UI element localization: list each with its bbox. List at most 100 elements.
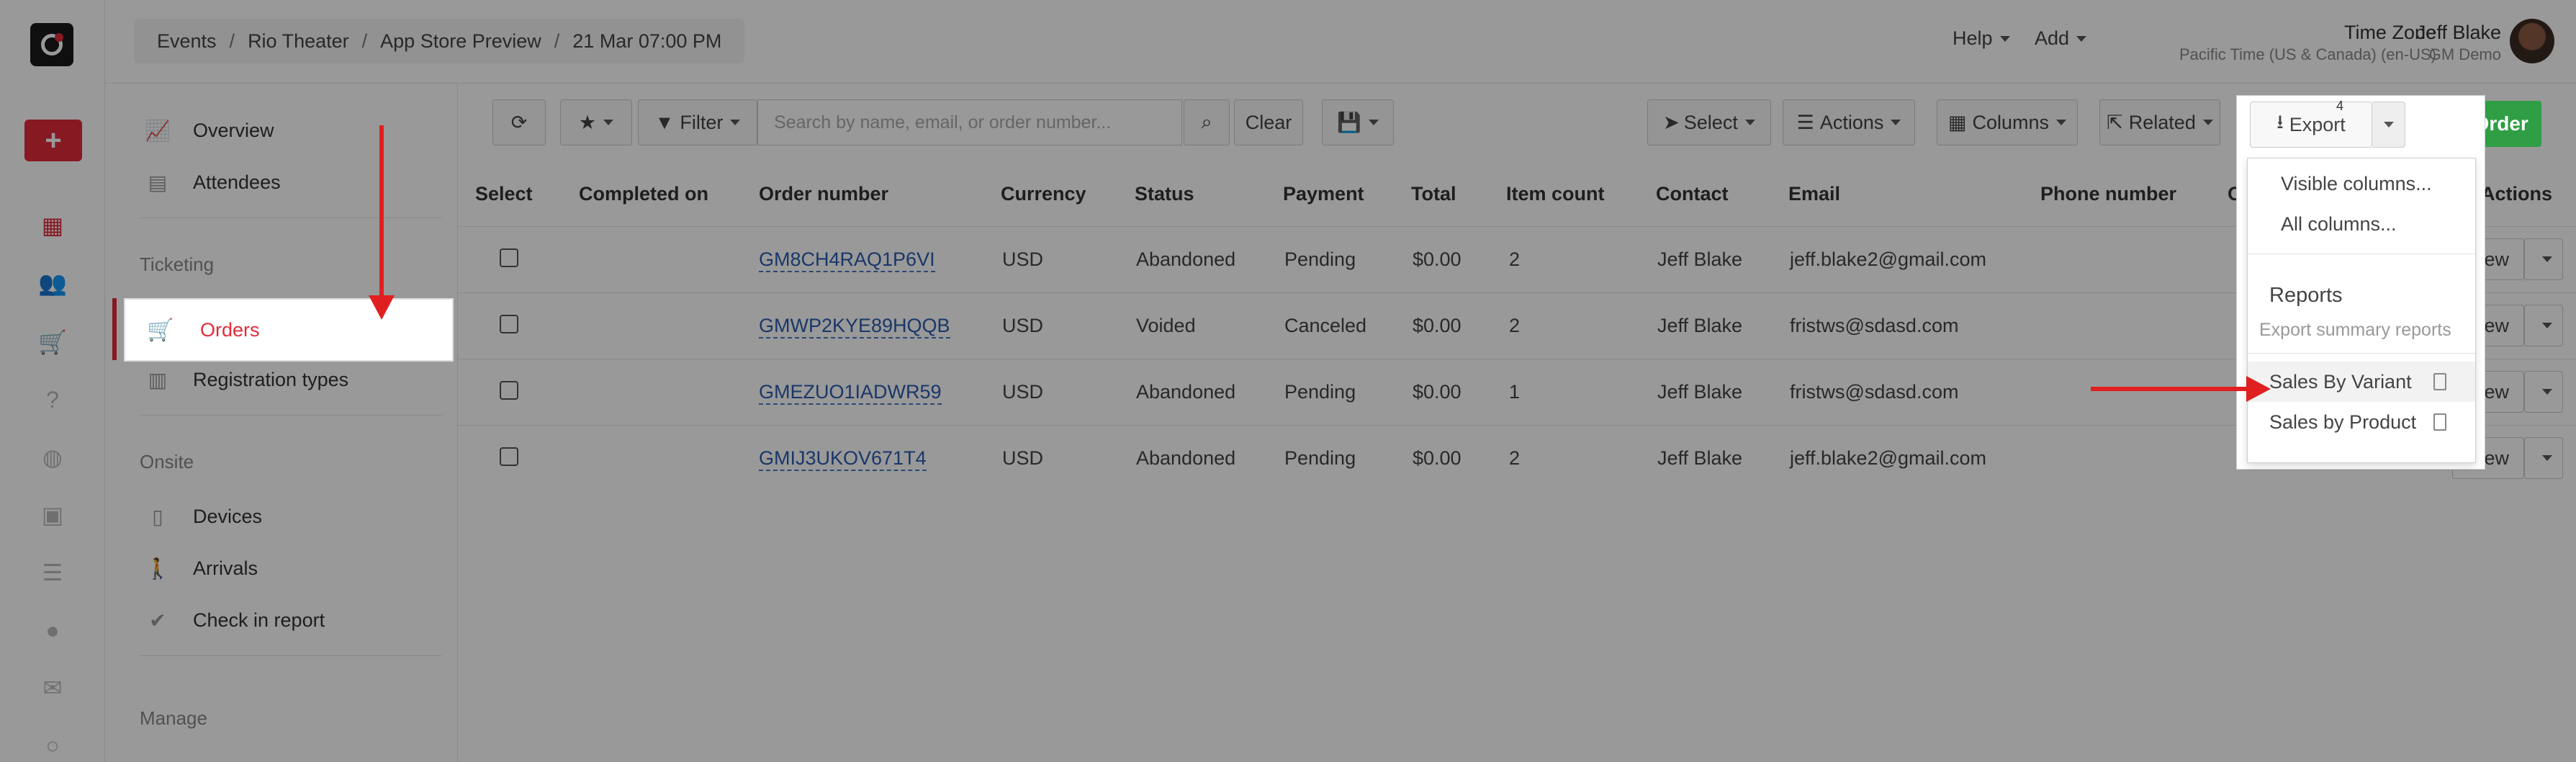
annotation-arrow-down (379, 125, 384, 298)
avatar[interactable] (2510, 19, 2554, 63)
breadcrumb: Events / Rio Theater / App Store Preview… (134, 19, 745, 63)
order-number-link[interactable]: GMIJ3UKOV671T4 (759, 447, 927, 471)
payment-cell: Pending (1284, 381, 1356, 403)
sidebar-item-check-in-report[interactable]: ✔ Check in report (145, 609, 325, 632)
actions-button[interactable]: ☰ Actions (1783, 99, 1915, 145)
filter-icon: ▼ (654, 111, 675, 133)
columns-button[interactable]: ▦ Columns (1937, 99, 2078, 145)
user-icon[interactable]: ● (36, 614, 69, 647)
row-checkbox[interactable] (500, 248, 518, 267)
chevron-down-icon (1368, 120, 1379, 125)
breadcrumb-separator: / (229, 30, 235, 52)
user-org: GM Demo (2428, 45, 2501, 63)
row-actions-toggle[interactable] (2524, 238, 2563, 280)
column-header-email[interactable]: Email (1788, 183, 1840, 205)
total-cell: $0.00 (1413, 315, 1462, 336)
user-name: Jeff Blake (2415, 22, 2501, 43)
save-view-button[interactable]: 💾 (1322, 99, 1394, 145)
sidebar-item-arrivals[interactable]: 🚶 Arrivals (145, 557, 258, 580)
status-cell: Abandoned (1136, 248, 1236, 270)
user-info[interactable]: Jeff Blake GM Demo (2416, 22, 2501, 64)
add-menu[interactable]: Add (2035, 27, 2087, 50)
menu-item-sales-by-product[interactable]: Sales by Product (2248, 402, 2475, 442)
row-checkbox[interactable] (500, 447, 518, 466)
globe-icon[interactable]: ◍ (36, 441, 69, 474)
export-dropdown-toggle[interactable] (2372, 102, 2405, 148)
list-icon[interactable]: ☰ (36, 556, 69, 589)
clear-button[interactable]: Clear (1234, 99, 1303, 145)
select-label: Select (1683, 111, 1738, 133)
sidebar-item-orders[interactable]: 🛒 Orders (124, 298, 454, 362)
item-count-cell: 2 (1509, 315, 1521, 336)
breadcrumb-event[interactable]: App Store Preview (380, 30, 541, 53)
people-icon[interactable]: 👥 (36, 266, 69, 300)
row-actions-toggle[interactable] (2524, 371, 2563, 413)
menu-item-sales-by-variant[interactable]: Sales By Variant (2248, 362, 2475, 402)
contact-cell: Jeff Blake (1657, 381, 1743, 403)
create-plus-button[interactable]: + (24, 120, 82, 161)
filter-button[interactable]: ▼ Filter (638, 99, 757, 145)
sidebar-item-label: Orders (200, 318, 260, 341)
related-button[interactable]: ⇱ Related (2099, 99, 2220, 145)
column-header-contact[interactable]: Contact (1656, 183, 1729, 205)
app-logo[interactable] (30, 23, 73, 66)
column-header-item-count[interactable]: Item count (1506, 183, 1605, 205)
search-input[interactable]: Search by name, email, or order number..… (757, 99, 1182, 145)
actions-label: Actions (1819, 111, 1884, 133)
help-circle-icon[interactable]: ? (36, 383, 69, 416)
column-header-completed-on[interactable]: Completed on (579, 183, 708, 205)
payment-cell: Canceled (1284, 315, 1367, 336)
breadcrumb-venue[interactable]: Rio Theater (248, 30, 349, 53)
sidebar-item-registration-types[interactable]: ▥ Registration types (145, 369, 348, 391)
breadcrumb-date[interactable]: 21 Mar 07:00 PM (572, 30, 721, 53)
mail-icon[interactable]: ✉ (36, 671, 69, 704)
add-label: Add (2035, 27, 2070, 49)
order-number-link[interactable]: GM8CH4RAQ1P6VI (759, 248, 935, 272)
menu-item-all-columns[interactable]: All columns... (2281, 213, 2397, 236)
chevron-down-icon (2542, 455, 2552, 461)
column-header-payment[interactable]: Payment (1283, 183, 1364, 205)
gift-icon[interactable]: ▣ (36, 498, 69, 532)
column-header-status[interactable]: Status (1135, 183, 1194, 205)
breadcrumb-events[interactable]: Events (157, 30, 217, 53)
select-button[interactable]: ➤ Select (1647, 99, 1771, 145)
order-number-link[interactable]: GMWP2KYE89HQQB (759, 315, 950, 339)
row-actions-toggle[interactable] (2524, 305, 2563, 346)
status-cell: Abandoned (1136, 381, 1236, 403)
export-button[interactable]: ⭳ Export (2250, 102, 2372, 148)
column-header-currency[interactable]: Currency (1001, 183, 1086, 205)
sidebar-item-attendees[interactable]: ▤ Attendees (145, 171, 281, 194)
refresh-button[interactable]: ⟳ (492, 99, 546, 145)
section-heading-manage: Manage (140, 707, 207, 729)
order-number-link[interactable]: GMEZUO1IADWR59 (759, 381, 942, 405)
id-card-icon: ▤ (148, 171, 168, 194)
column-header-total[interactable]: Total (1411, 183, 1456, 205)
email-cell: fristws@sdasd.com (1790, 315, 1959, 336)
column-header-phone-number[interactable]: Phone number (2040, 183, 2176, 205)
timezone-info[interactable]: Time Zone Pacific Time (US & Canada) (en… (2179, 22, 2436, 64)
column-header-order-number[interactable]: Order number (759, 183, 888, 205)
menu-item-visible-columns[interactable]: Visible columns... (2281, 173, 2432, 195)
tag-icon: ▥ (148, 369, 168, 391)
download-icon: ⭳ (2276, 111, 2284, 133)
favorites-button[interactable]: ★ (560, 99, 632, 145)
help-menu[interactable]: Help (1953, 27, 2010, 50)
row-checkbox[interactable] (500, 315, 518, 333)
row-actions-toggle[interactable] (2524, 437, 2563, 479)
annotation-arrow-right (2091, 387, 2249, 391)
sidebar-item-devices[interactable]: ▯ Devices (145, 506, 262, 528)
export-menu: Visible columns... All columns... Report… (2247, 158, 2476, 463)
row-checkbox[interactable] (500, 381, 518, 400)
sidebar-item-overview[interactable]: 📈 Overview (145, 120, 274, 142)
pointer-icon: ➤ (1663, 111, 1680, 133)
search-button[interactable]: ⌕ (1184, 99, 1230, 145)
chevron-down-icon (2383, 122, 2394, 127)
chevron-down-icon (1999, 35, 2010, 42)
annotation-arrowhead (369, 295, 395, 320)
cart-icon[interactable]: 🛒 (36, 326, 69, 359)
export-count-badge: 4 (2336, 99, 2344, 113)
help-label: Help (1953, 27, 1993, 49)
circle-icon[interactable]: ○ (36, 729, 69, 762)
cart-icon: 🛒 (147, 318, 174, 342)
calendar-icon[interactable]: ▦ (36, 209, 69, 242)
